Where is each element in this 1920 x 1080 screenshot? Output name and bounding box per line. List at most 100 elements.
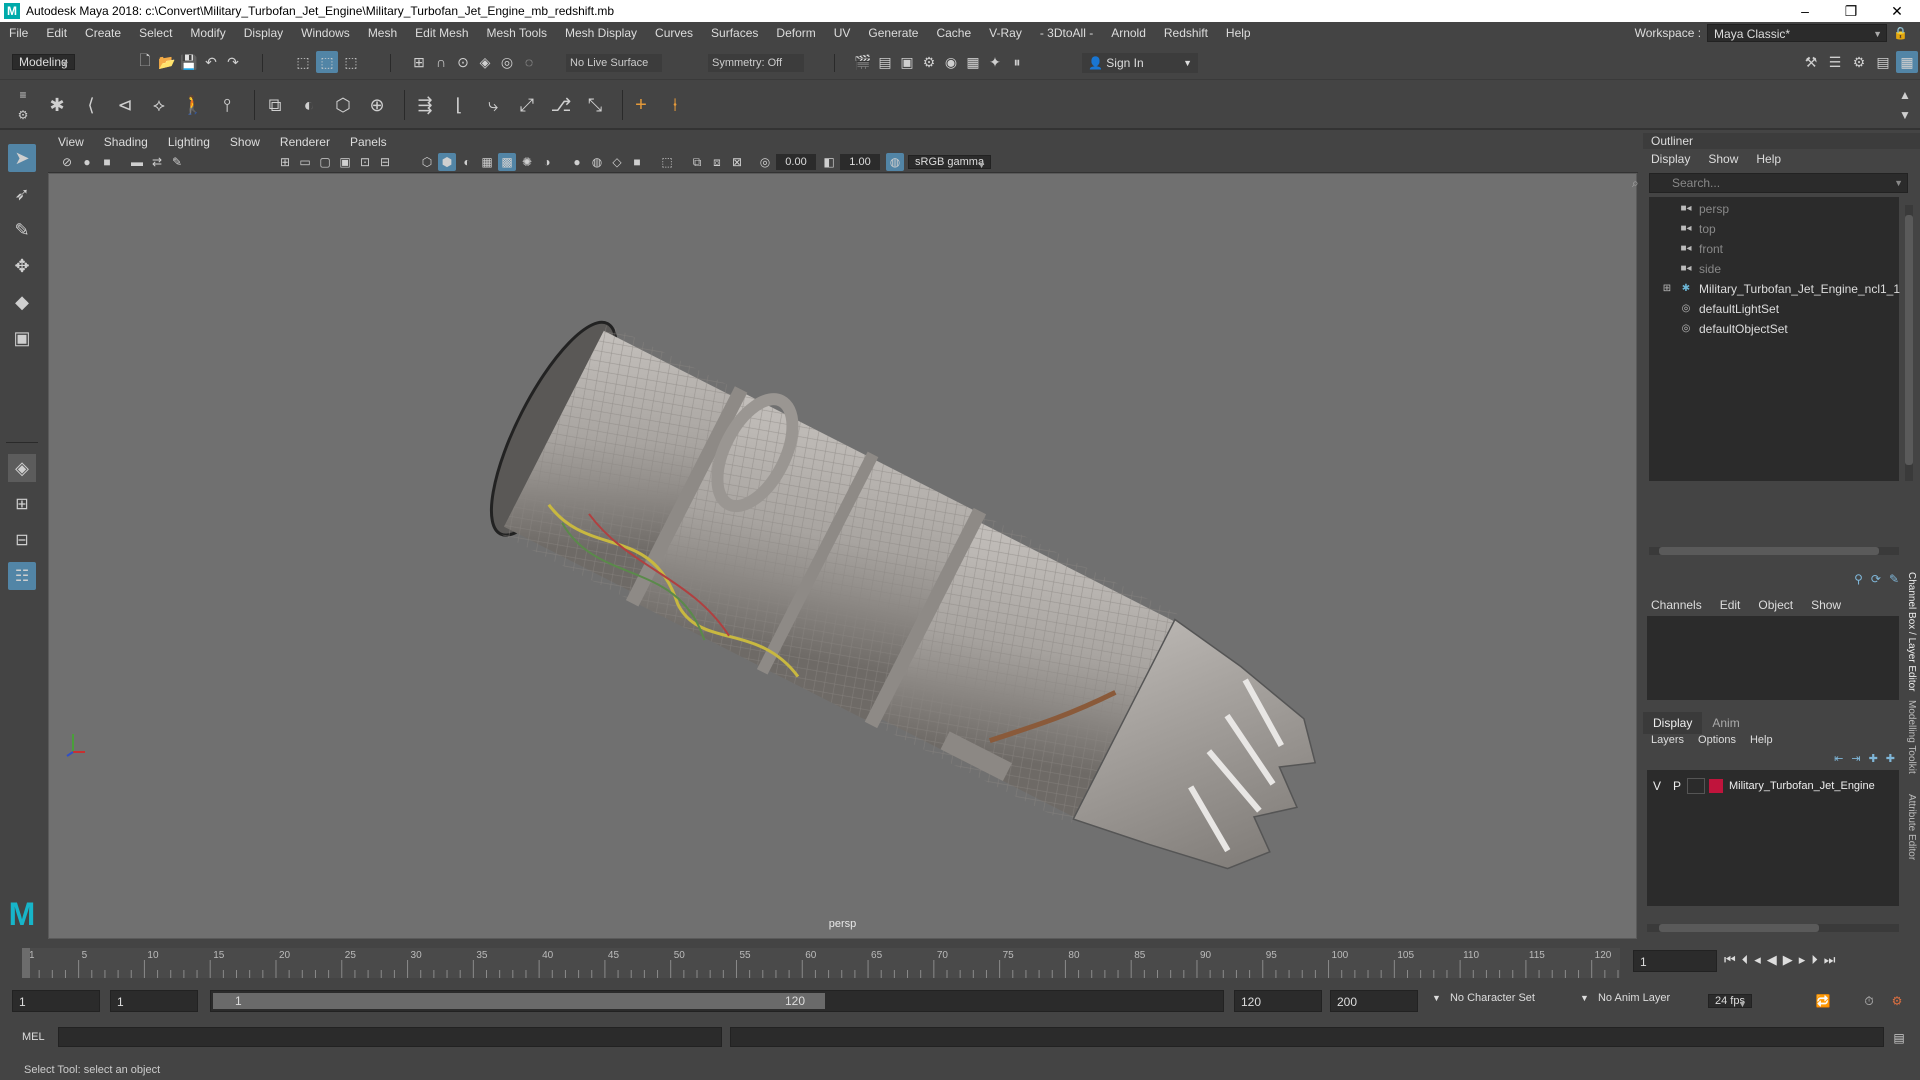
quick-rig-icon[interactable]: ⫯ (216, 94, 238, 116)
menu-cache[interactable]: Cache (927, 26, 980, 40)
paint-weights-icon[interactable]: ⧉ (264, 94, 286, 116)
menu-edit[interactable]: Edit (37, 26, 76, 40)
outliner-vertical-scrollbar[interactable] (1905, 205, 1913, 481)
menu-windows[interactable]: Windows (292, 26, 359, 40)
outliner-layout-icon[interactable]: ☷ (8, 562, 36, 590)
shelf-menu-icon[interactable]: ≡ (14, 86, 32, 104)
outliner-item-side[interactable]: ■◂ side (1679, 259, 1721, 279)
current-frame-field[interactable]: 1 (1633, 950, 1717, 972)
expand-icon[interactable]: ⊞ (1661, 283, 1673, 295)
deformer-icon[interactable]: ⍿ (664, 94, 686, 116)
orient-constraint-icon[interactable]: ⌊ (448, 94, 470, 116)
viewport-menu-renderer[interactable]: Renderer (270, 135, 340, 149)
textured-icon[interactable]: ▩ (498, 153, 516, 171)
layer-menu-help[interactable]: Help (1750, 734, 1773, 746)
aim-constraint-icon[interactable]: ⤡ (584, 94, 606, 116)
layer-horizontal-scrollbar[interactable] (1647, 924, 1899, 932)
snap-surface-icon[interactable]: ◎ (496, 51, 518, 73)
layer-row[interactable]: V P Military_Turbofan_Jet_Engine (1647, 776, 1899, 796)
use-all-lights-icon[interactable]: ✺ (518, 153, 536, 171)
minimize-button[interactable]: – (1782, 0, 1828, 22)
layer-menu-layers[interactable]: Layers (1651, 734, 1684, 746)
perspective-viewport[interactable]: persp (48, 173, 1637, 939)
menu-mesh-display[interactable]: Mesh Display (556, 26, 646, 40)
exposure-icon[interactable]: ◎ (756, 153, 774, 171)
locator-icon[interactable]: + (630, 94, 652, 116)
outliner-menu-show[interactable]: Show (1708, 152, 1738, 166)
menu-modify[interactable]: Modify (181, 26, 234, 40)
cluster-icon[interactable]: ⊕ (366, 94, 388, 116)
snap-view-icon[interactable]: ◈ (474, 51, 496, 73)
camera-attributes-icon[interactable]: ● (78, 153, 96, 171)
render-view-icon[interactable]: 🎬 (852, 51, 874, 73)
scrollbar-thumb[interactable] (1659, 547, 1879, 555)
layer-name[interactable]: Military_Turbofan_Jet_Engine (1729, 780, 1875, 792)
current-frame-marker[interactable] (22, 948, 30, 978)
field-chart-icon[interactable]: ⊡ (356, 153, 374, 171)
menu-uv[interactable]: UV (825, 26, 860, 40)
menu-select[interactable]: Select (130, 26, 181, 40)
play-forward-icon[interactable]: ▶ (1783, 952, 1793, 968)
parent-constraint-icon[interactable]: ⎇ (550, 94, 572, 116)
outliner-horizontal-scrollbar[interactable] (1649, 547, 1899, 555)
color-management-icon[interactable]: ◍ (886, 153, 904, 171)
shadows-icon[interactable]: ◑ (538, 153, 556, 171)
menu-surfaces[interactable]: Surfaces (702, 26, 767, 40)
menu-help[interactable]: Help (1217, 26, 1260, 40)
command-input[interactable] (58, 1027, 722, 1047)
scale-tool-icon[interactable]: ▣ (8, 324, 36, 352)
menu-display[interactable]: Display (235, 26, 292, 40)
pause-icon[interactable]: ⏸ (1006, 51, 1028, 73)
menu-create[interactable]: Create (76, 26, 130, 40)
outliner-item-top[interactable]: ■◂ top (1679, 219, 1715, 239)
tab-attribute-editor[interactable]: Attribute Editor (1906, 794, 1917, 860)
lock-icon[interactable]: 🔒 (1893, 26, 1908, 40)
snap-vertex-icon[interactable]: ◌ (518, 51, 540, 73)
tab-modelling-toolkit[interactable]: Modelling Toolkit (1906, 700, 1917, 774)
point-constraint-icon[interactable]: ⤷ (482, 94, 504, 116)
go-to-end-icon[interactable]: ⏭ (1824, 952, 1836, 968)
undo-icon[interactable]: ↶ (200, 51, 222, 73)
sign-in-button[interactable]: 👤 Sign In ▼ (1082, 53, 1198, 73)
humanik-icon[interactable]: 🚶 (182, 94, 204, 116)
maximize-button[interactable]: ❐ (1828, 0, 1874, 22)
channel-icon[interactable]: ⟳ (1871, 572, 1881, 586)
viewport-menu-view[interactable]: View (48, 135, 94, 149)
move-layer-down-icon[interactable]: ⇥ (1851, 752, 1860, 765)
close-button[interactable]: ✕ (1874, 0, 1920, 22)
xray-joints-icon[interactable]: ⧈ (708, 153, 726, 171)
select-camera-icon[interactable]: ⊘ (58, 153, 76, 171)
playback-start-field[interactable]: 1 (110, 990, 198, 1012)
gamma-field[interactable]: 1.00 (840, 154, 880, 170)
outliner-item-default-object-set[interactable]: ◎ defaultObjectSet (1679, 319, 1788, 339)
ik-spline-icon[interactable]: ⊲ (114, 94, 136, 116)
four-view-layout-icon[interactable]: ⊞ (8, 490, 36, 518)
xray-components-icon[interactable]: ⊠ (728, 153, 746, 171)
isolate-select-icon[interactable]: ⬚ (658, 153, 676, 171)
go-to-start-icon[interactable]: ⏮ (1724, 952, 1736, 968)
step-forward-key-icon[interactable]: ⏵ (1811, 952, 1818, 968)
render-setup-icon[interactable]: ▦ (962, 51, 984, 73)
channel-menu-edit[interactable]: Edit (1720, 598, 1741, 612)
live-surface-field[interactable]: No Live Surface (566, 54, 662, 72)
single-perspective-layout-icon[interactable]: ◈ (8, 454, 36, 482)
render-frame-icon[interactable]: ▤ (874, 51, 896, 73)
image-plane-icon[interactable]: ▬ (128, 153, 146, 171)
select-object-icon[interactable]: ⬚ (316, 51, 338, 73)
hypershade-icon[interactable]: ◉ (940, 51, 962, 73)
menu-edit-mesh[interactable]: Edit Mesh (406, 26, 477, 40)
menu-3dtoall[interactable]: - 3DtoAll - (1031, 26, 1102, 40)
outliner-toggle-icon[interactable]: ▦ (1896, 51, 1918, 73)
auto-key-icon[interactable]: ⏱ (1860, 992, 1878, 1010)
menu-vray[interactable]: V-Ray (980, 26, 1031, 40)
loop-icon[interactable]: 🔁 (1814, 992, 1832, 1010)
menu-file[interactable]: File (0, 26, 37, 40)
safe-action-icon[interactable]: ⊟ (376, 153, 394, 171)
bookmark-icon[interactable]: ■ (98, 153, 116, 171)
blend-shape-icon[interactable]: ⇶ (414, 94, 436, 116)
smooth-bind-icon[interactable]: ◐ (298, 94, 320, 116)
attribute-editor-icon[interactable]: ☰ (1824, 51, 1846, 73)
anim-layer-dropdown[interactable]: ▼ No Anim Layer (1580, 992, 1680, 1004)
step-back-key-icon[interactable]: ⏴ (1742, 952, 1749, 968)
new-layer-selected-icon[interactable]: ✚ (1886, 752, 1895, 765)
